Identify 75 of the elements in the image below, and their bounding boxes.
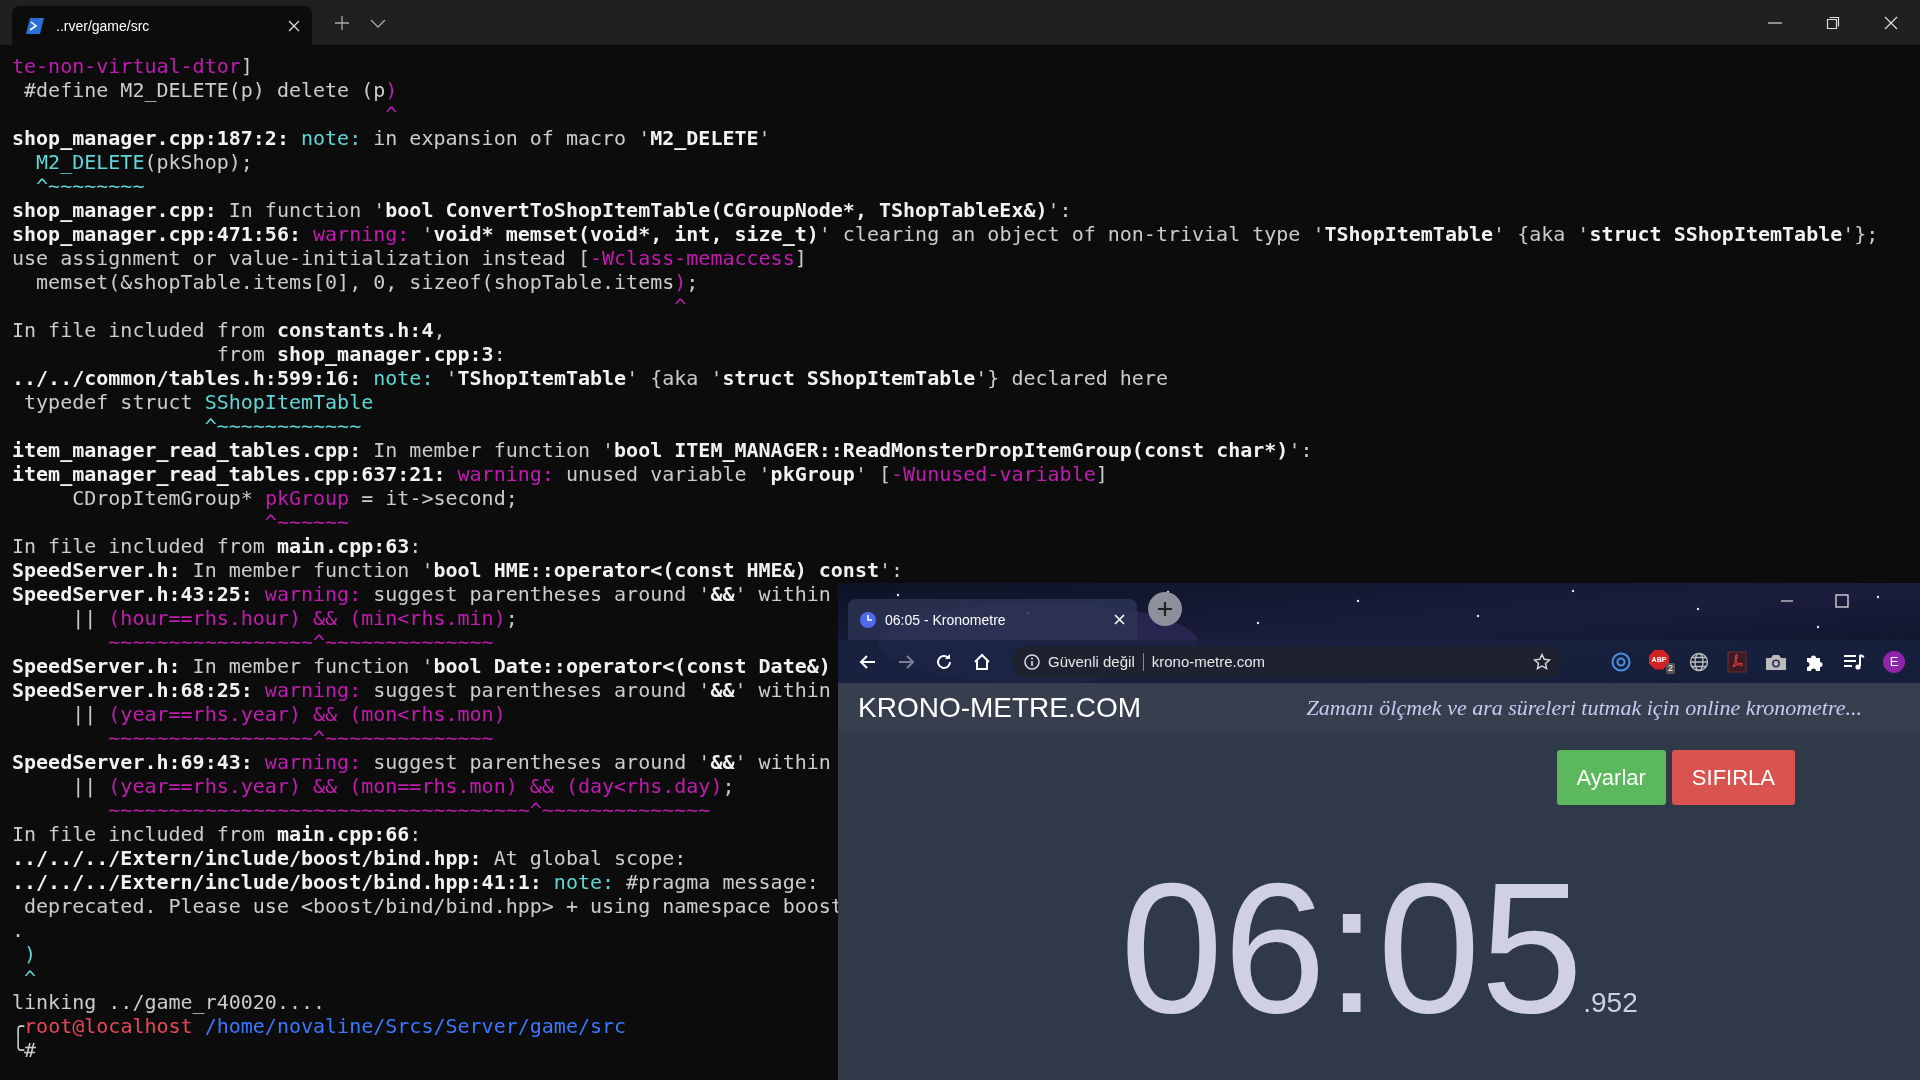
- document-icon[interactable]: [1727, 650, 1747, 673]
- terminal-line: || (year==rhs.year) && (mon==rhs.mon) && (day<rhs.day);: [71, 774, 735, 798]
- terminal-line: CDropItemGroup* pkGroup = it->second;: [71, 486, 518, 510]
- terminal-line: In file included from main.cpp:63:: [12, 534, 422, 558]
- terminal-line: ╰#: [12, 1038, 37, 1062]
- terminal-line: ^: [673, 294, 687, 318]
- terminal-line: In file included from constants.h:4,: [12, 318, 446, 342]
- terminal-line: || (hour==rhs.hour) && (min<rhs.min);: [71, 606, 518, 630]
- timer-display: 06:05: [1120, 856, 1584, 1041]
- profile-button[interactable]: E: [1883, 650, 1905, 673]
- terminal-line: ~~~~~~~~~~~~~~~~~~~~~~~~~~~~~~~~~~~^~~~~~~~~~~~~~~: [107, 798, 711, 822]
- terminal-line: te-non-virtual-dtor]: [12, 54, 253, 78]
- terminal-line: || (year==rhs.year) && (mon<rhs.mon): [71, 702, 506, 726]
- terminal-line: ): [23, 942, 37, 966]
- clock-icon: [860, 611, 876, 628]
- terminal-line: ../../common/tables.h:599:16: note: 'TShopItemTable' {aka 'struct SShopItemTable'} declared here: [12, 366, 1168, 390]
- terminal-line: ../../../Extern/include/boost/bind.hpp:41:1: note: #pragma message:: [12, 870, 819, 894]
- site-title: KRONO-METRE.COM: [858, 691, 1142, 724]
- home-icon: [972, 651, 992, 672]
- minimize-icon: [1781, 600, 1793, 602]
- terminal-line: #define M2_DELETE(p) delete (p): [23, 78, 398, 102]
- security-label[interactable]: Güvenli değil: [1048, 653, 1135, 670]
- terminal-line: typedef struct SShopItemTable: [23, 390, 374, 414]
- close-icon: [1114, 614, 1125, 625]
- terminal-line: M2_DELETE(pkShop);: [35, 150, 253, 174]
- restore-icon: [1826, 15, 1840, 30]
- terminal-line: memset(&shopTable.items[0], 0, sizeof(shopTable.items);: [35, 270, 699, 294]
- terminal-line: linking ../game_r40020....: [12, 990, 326, 1014]
- timer-milliseconds: .952: [1583, 987, 1638, 1019]
- terminal-line: SpeedServer.h: In member function 'bool HME::operator<(const HME&) const':: [12, 558, 904, 582]
- info-icon[interactable]: [1024, 653, 1040, 670]
- circle-icon[interactable]: [1611, 651, 1631, 672]
- chevron-down-icon: [370, 17, 386, 28]
- terminal-line: SpeedServer.h: In member function 'bool Date::operator<(const Date&): [12, 654, 831, 678]
- globe-icon[interactable]: [1689, 651, 1709, 672]
- terminal-tab[interactable]: ..rver/game/src: [12, 6, 312, 45]
- terminal-icon: [26, 17, 44, 34]
- terminal-line: deprecated. Please use <boost/bind/bind.hpp> + using namespace boost: [23, 894, 843, 918]
- terminal-line: ╭root@localhost /home/novaline/Srcs/Server/game/src: [12, 1014, 627, 1038]
- close-tab-button[interactable]: [288, 19, 300, 32]
- terminal-line: shop_manager.cpp: In function 'bool ConvertToShopItemTable(CGroupNode*, TShopTableEx&)':: [12, 198, 1072, 222]
- plus-icon: [334, 14, 350, 31]
- terminal-line: item_manager_read_tables.cpp: In member function 'bool ITEM_MANAGER::ReadMonsterDropItemGroup(const char*)':: [12, 438, 1313, 462]
- plus-icon: [1157, 601, 1173, 617]
- terminal-line: ^~~~~~~~~: [35, 174, 145, 198]
- terminal-line: item_manager_read_tables.cpp:637:21: warning: unused variable 'pkGroup' [-Wunused-variable]: [12, 462, 1108, 486]
- terminal-line: ^~~~~~~~~~~~~: [203, 414, 362, 438]
- terminal-line: from shop_manager.cpp:3:: [215, 342, 506, 366]
- terminal-line: SpeedServer.h:69:43: warning: suggest parentheses around '&&' within: [12, 750, 831, 774]
- terminal-line: SpeedServer.h:43:25: warning: suggest parentheses around '&&' within: [12, 582, 831, 606]
- bookmark-star-icon[interactable]: [1533, 652, 1551, 671]
- count-badge: 2: [1666, 662, 1675, 674]
- terminal-line: ^~~~~~~: [263, 510, 350, 534]
- terminal-line: ^: [384, 102, 398, 126]
- url-text[interactable]: krono-metre.com: [1151, 653, 1525, 670]
- browser-tab[interactable]: 06:05 - Kronometre: [848, 599, 1137, 640]
- terminal-line: In file included from main.cpp:66:: [12, 822, 422, 846]
- address-bar[interactable]: Güvenli değil krono-metre.com: [1012, 645, 1563, 678]
- close-icon: [288, 19, 300, 32]
- terminal-line: shop_manager.cpp:471:56: warning: 'void* memset(void*, int, size_t)' clearing an object of non-trivial type 'TShopItemTable' {aka 'struct SShopItemTable'};: [12, 222, 1879, 246]
- terminal-line: use assignment or value-initialization instead [-Wclass-memaccess]: [12, 246, 807, 270]
- minimize-icon: [1768, 21, 1782, 24]
- playlist-icon[interactable]: [1843, 652, 1865, 671]
- close-icon: [1884, 15, 1898, 30]
- terminal-line: ../../../Extern/include/boost/bind.hpp: At global scope:: [12, 846, 687, 870]
- terminal-line: ^: [23, 966, 37, 990]
- reset-button[interactable]: SIFIRLA: [1671, 750, 1795, 805]
- terminal-line: .: [12, 918, 25, 942]
- terminal-line: ~~~~~~~~~~~~~~~~~^~~~~~~~~~~~~~~: [107, 630, 494, 654]
- tagline: Zamanı ölçmek ve ara süreleri tutmak için online kronometre...: [1306, 694, 1862, 721]
- camera-icon[interactable]: [1765, 652, 1787, 671]
- terminal-line: shop_manager.cpp:187:2: note: in expansion of macro 'M2_DELETE': [12, 126, 771, 150]
- terminal-line: ~~~~~~~~~~~~~~~~~^~~~~~~~~~~~~~~: [107, 726, 494, 750]
- maximize-icon: [1835, 594, 1849, 608]
- terminal-line: SpeedServer.h:68:25: warning: suggest parentheses around '&&' within: [12, 678, 831, 702]
